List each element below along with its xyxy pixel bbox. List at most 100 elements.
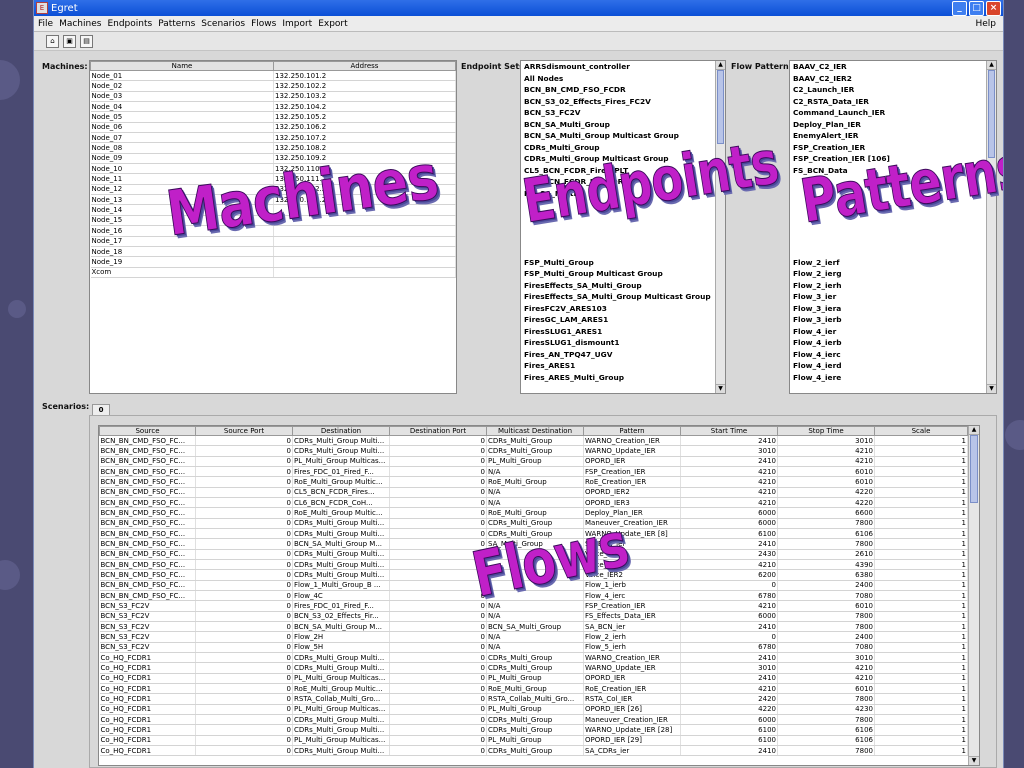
list-item[interactable]: BCN_SA_Multi_Group (524, 119, 725, 131)
scroll-up-icon[interactable]: ▲ (969, 426, 979, 435)
list-item[interactable]: HQ_SA_Multi (524, 188, 725, 200)
table-row[interactable]: Xcom (90, 267, 456, 278)
column-header[interactable]: Multicast Destination (486, 426, 584, 436)
list-item[interactable] (524, 234, 725, 246)
table-row[interactable]: Node_04 132.250.104.2 (90, 101, 456, 113)
list-item[interactable]: Flow_3_ier (793, 291, 996, 303)
menu-import[interactable]: Import (282, 19, 312, 29)
table-row[interactable]: Node_02 132.250.102.2 (90, 80, 456, 92)
menu-export[interactable]: Export (318, 19, 347, 29)
scroll-thumb[interactable] (988, 70, 995, 158)
menu-file[interactable]: File (38, 19, 53, 29)
list-item[interactable]: CDRs_Multi_Group Multicast Group (524, 153, 725, 165)
list-item[interactable]: CL6_BCN_FCDR_HQ_CDR (524, 176, 725, 188)
list-item[interactable]: FSP_Multi_Group (524, 257, 725, 269)
menu-endpoints[interactable]: Endpoints (107, 19, 152, 29)
list-item[interactable] (793, 176, 996, 188)
scroll-up-icon[interactable]: ▲ (987, 61, 996, 70)
table-row[interactable]: Node_19 (90, 256, 456, 268)
list-item[interactable]: C2_Launch_IER (793, 84, 996, 96)
list-item[interactable]: Flow_2_ierg (793, 268, 996, 280)
table-row[interactable]: BCN_S3_FC2V 0 Flow_2H 0 N/A Flow_2_ierh 0 2400 1 (99, 631, 968, 643)
column-header[interactable]: Pattern (583, 426, 681, 436)
table-row[interactable]: Node_06 132.250.106.2 (90, 122, 456, 134)
table-row[interactable]: Node_13 132.250.113.2 (90, 194, 456, 206)
list-item[interactable]: Fires_ARES_Multi_Group (524, 372, 725, 384)
table-row[interactable]: Node_12 132.250.112.2 (90, 184, 456, 196)
list-item[interactable]: Deploy_Plan_IER (793, 119, 996, 131)
list-item[interactable]: Flow_4_iere (793, 372, 996, 384)
scroll-down-icon[interactable]: ▼ (987, 384, 996, 393)
table-row[interactable]: BCN_BN_CMD_FSO_FC... 0 CDRs_Multi_Group Mu… (99, 559, 968, 571)
list-item[interactable]: EnemyAlert_IER (793, 130, 996, 142)
list-item[interactable]: FiresEffects_SA_Multi_Group Multicast Gr… (524, 291, 725, 303)
list-item[interactable]: BCN_S3_02_Effects_Fires_FC2V (524, 96, 725, 108)
list-item[interactable]: Flow_3_ierb (793, 314, 996, 326)
list-item[interactable] (524, 222, 725, 234)
table-row[interactable]: Co_HQ_FCDR1 0 RSTA_Collab_Multi_Gro... 0 RST… (99, 693, 968, 705)
scroll-thumb[interactable] (970, 435, 978, 503)
table-row[interactable]: BCN_BN_CMD_FSO_FC... 0 CDRs_Multi_Group Mu… (99, 435, 968, 447)
table-row[interactable]: Node_16 (90, 225, 456, 237)
list-item[interactable]: Flow_4_ierc (793, 349, 996, 361)
list-item[interactable]: C2_RSTA_Data_IER (793, 96, 996, 108)
menu-machines[interactable]: Machines (59, 19, 101, 29)
list-item[interactable]: Flow_3_iera (793, 303, 996, 315)
table-row[interactable]: Co_HQ_FCDR1 0 PL_Multi_Group Multicas... 0 P… (99, 704, 968, 715)
table-row[interactable]: BCN_BN_CMD_FSO_FC... 0 CDRs_Multi_Group Mu… (99, 569, 968, 581)
scroll-thumb[interactable] (717, 70, 724, 144)
table-row[interactable]: Node_07 132.250.107.2 (90, 132, 456, 144)
table-row[interactable]: Co_HQ_FCDR1 0 PL_Multi_Group Multicas... 0 P… (99, 673, 968, 684)
flows-table[interactable]: Source Source Port Destination Destination … (98, 425, 980, 766)
flows-scrollbar[interactable]: ▲ ▼ (968, 426, 979, 765)
table-row[interactable]: BCN_S3_FC2V 0 Fires_FDC_01_Fired_F... 0 N/A F… (99, 600, 968, 612)
list-item[interactable] (793, 188, 996, 200)
column-header[interactable]: Scale (874, 426, 968, 436)
table-row[interactable]: Co_HQ_FCDR1 0 CDRs_Multi_Group Multi... 0 CD… (99, 724, 968, 736)
menu-help[interactable]: Help (975, 19, 996, 29)
column-header[interactable]: Start Time (680, 426, 778, 436)
list-item[interactable]: FiresGC_LAM_ARES1 (524, 314, 725, 326)
table-row[interactable]: Node_03 132.250.103.2 (90, 91, 456, 103)
list-item[interactable]: FiresSLUG1_dismount1 (524, 337, 725, 349)
list-item[interactable]: FSP_Multi_Group Multicast Group (524, 268, 725, 280)
list-item[interactable]: BCN_BN_CMD_FSO_FCDR (524, 84, 725, 96)
list-item[interactable]: Fires_AN_TPQ47_UGV (524, 349, 725, 361)
table-row[interactable]: BCN_BN_CMD_FSO_FC... 0 BCN_SA_Multi_Group … (99, 538, 968, 550)
table-row[interactable]: Co_HQ_FCDR1 0 CDRs_Multi_Group Multi... 0 CD… (99, 745, 968, 757)
table-row[interactable]: Node_08 132.250.108.2 (90, 142, 456, 154)
menu-patterns[interactable]: Patterns (158, 19, 195, 29)
list-item[interactable] (524, 245, 725, 257)
list-item[interactable] (793, 245, 996, 257)
table-row[interactable]: Node_17 (90, 236, 456, 247)
list-item[interactable]: CL5_BCN_FCDR_Fires_PLT (524, 165, 725, 177)
list-item[interactable] (793, 199, 996, 211)
menu-scenarios[interactable]: Scenarios (201, 19, 245, 29)
table-row[interactable]: BCN_BN_CMD_FSO_FC... 0 Fires_FDC_01_Fired_… (99, 466, 968, 478)
column-header-address[interactable]: Address (273, 61, 456, 71)
list-item[interactable]: FiresSLUG1_ARES1 (524, 326, 725, 338)
endpoint-sets-list[interactable]: ARRSdismount_controller All Nodes BCN_BN_C… (520, 60, 726, 394)
flow-patterns-list[interactable]: BAAV_C2_IER BAAV_C2_IER2 C2_Launch_IER C2_R… (789, 60, 997, 394)
machines-table[interactable]: Name Address Node_01 132.250.101.2 Node_02… (89, 60, 457, 394)
table-row[interactable]: BCN_BN_CMD_FSO_FC... 0 Flow_4C 0 Flow_4_ierc… (99, 590, 968, 602)
table-row[interactable]: Node_09 132.250.109.2 (90, 153, 456, 165)
list-item[interactable] (793, 211, 996, 223)
table-row[interactable]: BCN_BN_CMD_FSO_FC... 0 RoE_Multi_Group Mul… (99, 476, 968, 488)
list-item[interactable]: ARRSdismount_controller (524, 61, 725, 73)
scroll-down-icon[interactable]: ▼ (969, 756, 979, 765)
table-row[interactable]: BCN_BN_CMD_FSO_FC... 0 RoE_Multi_Group Mul… (99, 507, 968, 519)
table-row[interactable]: BCN_S3_FC2V 0 BCN_SA_Multi_Group M... 0 BCN_… (99, 621, 968, 633)
table-row[interactable]: BCN_BN_CMD_FSO_FC... 0 CL6_BCN_FCDR_CoH...… (99, 497, 968, 509)
table-row[interactable]: BCN_BN_CMD_FSO_FC... 0 CDRs_Multi_Group Mu… (99, 445, 968, 457)
column-header-name[interactable]: Name (90, 61, 274, 71)
table-row[interactable]: BCN_BN_CMD_FSO_FC... 0 CDRs_Multi_Group Mu… (99, 528, 968, 540)
list-item[interactable]: BCN_SA_Multi_Group Multicast Group (524, 130, 725, 142)
table-row[interactable]: Node_14 (90, 204, 456, 216)
table-row[interactable]: Node_18 (90, 246, 456, 258)
list-item[interactable]: Command_Launch_IER (793, 107, 996, 119)
list-item[interactable]: FSP_Creation_IER (793, 142, 996, 154)
list-item[interactable]: Fires_ARES1 (524, 360, 725, 372)
list-item[interactable]: BAAV_C2_IER2 (793, 73, 996, 85)
list-item[interactable]: Flow_2_ierh (793, 280, 996, 292)
